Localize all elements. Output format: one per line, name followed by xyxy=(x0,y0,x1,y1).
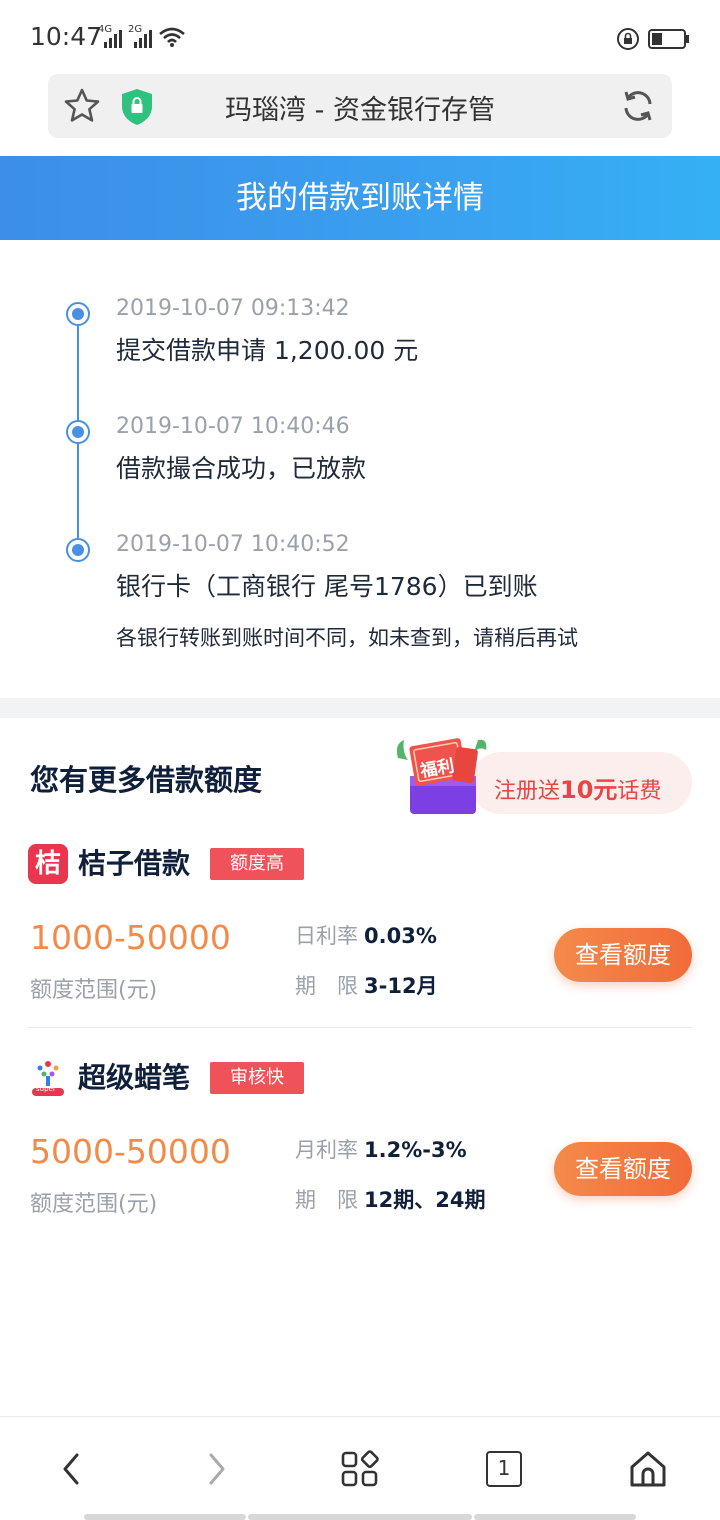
super-logo-text: super xyxy=(36,1085,56,1093)
timeline-note: 各银行转账到账时间不同，如未查到，请稍后再试 xyxy=(116,626,578,650)
promo-banner[interactable]: 福利 注册送10元话费 xyxy=(392,728,694,820)
gesture-bar-segment xyxy=(474,1514,636,1520)
apps-icon[interactable] xyxy=(338,1447,382,1491)
view-quota-button[interactable]: 查看额度 xyxy=(554,1142,692,1196)
loan-name: 超级蜡笔 xyxy=(78,1061,191,1094)
page-title: 我的借款到账详情 xyxy=(0,156,720,240)
timeline-dot xyxy=(66,420,90,444)
loan-range-label: 额度范围(元) xyxy=(30,978,158,1003)
promo-text: 注册送10元话费 xyxy=(494,776,662,804)
status-bar: 10:47 4G 2G xyxy=(0,0,720,72)
timeline-text: 借款撮合成功，已放款 xyxy=(116,454,367,483)
gesture-bar-segment xyxy=(84,1514,246,1520)
view-quota-button[interactable]: 查看额度 xyxy=(554,928,692,982)
signal-4g-icon: 4G xyxy=(98,24,124,50)
status-time: 10:47 xyxy=(30,22,103,51)
forward-icon[interactable] xyxy=(194,1447,238,1491)
page-url-title: 玛瑙湾 - 资金银行存管 xyxy=(225,95,495,126)
rotation-lock-icon xyxy=(617,28,639,50)
timeline-time: 2019-10-07 10:40:52 xyxy=(116,532,350,557)
section-divider xyxy=(0,698,720,718)
loan-range: 5000-50000 xyxy=(30,1132,231,1171)
loan-card: super 超级蜡笔 审核快 5000-50000 额度范围(元) 月利率 1.2… xyxy=(0,1040,720,1240)
refresh-icon[interactable] xyxy=(618,86,658,126)
loan-name: 桔子借款 xyxy=(78,847,191,880)
battery-icon xyxy=(648,29,689,49)
loan-rate: 月利率 1.2%-3% xyxy=(295,1138,467,1162)
back-icon[interactable] xyxy=(50,1447,94,1491)
tabs-icon[interactable]: 1 xyxy=(482,1447,526,1491)
wifi-icon xyxy=(159,27,185,47)
loan-range-label: 额度范围(元) xyxy=(30,1192,158,1217)
home-icon[interactable] xyxy=(626,1447,670,1491)
juzi-logo-icon: 桔 xyxy=(28,844,68,884)
loan-tag: 额度高 xyxy=(210,848,304,880)
loan-term: 期 限 12期、24期 xyxy=(295,1188,486,1212)
loan-range: 1000-50000 xyxy=(30,918,231,957)
signal-2g-icon: 2G xyxy=(128,24,154,50)
loan-card: 桔 桔子借款 额度高 1000-50000 额度范围(元) 日利率 0.03% 期… xyxy=(0,826,720,1026)
bottom-navigation: 1 xyxy=(0,1416,720,1520)
url-bar[interactable]: 玛瑙湾 - 资金银行存管 xyxy=(48,74,672,138)
timeline-text: 银行卡（工商银行 尾号1786）已到账 xyxy=(116,572,538,601)
loan-rate: 日利率 0.03% xyxy=(295,924,437,948)
loan-separator xyxy=(28,1027,692,1028)
loan-timeline: 2019-10-07 09:13:42 提交借款申请 1,200.00 元 20… xyxy=(0,240,720,698)
timeline-time: 2019-10-07 09:13:42 xyxy=(116,296,350,321)
tab-count: 1 xyxy=(486,1451,522,1487)
gesture-bar-segment xyxy=(248,1514,472,1520)
timeline-time: 2019-10-07 10:40:46 xyxy=(116,414,350,439)
loan-tag: 审核快 xyxy=(210,1062,304,1094)
timeline-dot xyxy=(66,302,90,326)
timeline-text: 提交借款申请 1,200.00 元 xyxy=(116,336,419,365)
timeline-dot xyxy=(66,538,90,562)
more-loans-title: 您有更多借款额度 xyxy=(30,763,263,797)
loan-term: 期 限 3-12月 xyxy=(295,974,438,998)
